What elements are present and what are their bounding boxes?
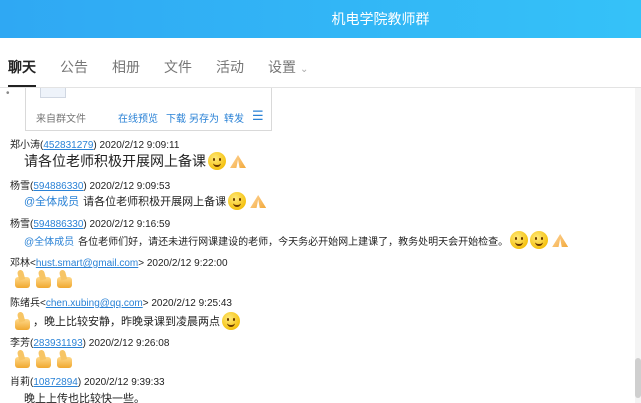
sender-id-link[interactable]: 10872894 [33,377,78,388]
message-header: 陈绪兵<chen.xubing@qq.com> 2020/2/12 9:25:4… [10,298,232,309]
thumbs-up-icon [12,269,32,289]
pray-icon [228,152,248,170]
sender-name: 郑小涛 [10,140,40,151]
message-text: 晚上上传也比较快一些。 [24,393,145,403]
tab-chat[interactable]: 聊天 [8,57,36,87]
file-source-label: 来自群文件 [36,114,86,125]
message-body [12,269,75,289]
sender-name: 肖莉 [10,377,30,388]
thumbs-up-icon [12,311,32,331]
message-time: 2020/2/12 9:16:59 [89,219,171,230]
smiley-icon [208,152,226,170]
window-title: 机电学院教师群 [331,11,430,27]
sender-name: 邓林 [10,258,30,269]
pray-icon [248,192,268,210]
chat-area[interactable]: • 来自群文件 在线预览 下载 另存为 转发 ☰ 郑小涛(452831279) … [0,88,641,403]
sender-name: 杨雪 [10,219,30,230]
sender-id-link[interactable]: 594886330 [33,181,83,192]
message-text: 各位老师们好，请还未进行网课建设的老师，今天务必开始网上建课了，教务处明天会开始… [78,236,509,248]
message-body: 请各位老师积极开展网上备课 [24,151,248,171]
sender-name: 陈绪兵 [10,298,40,309]
thumbs-up-icon [54,349,74,369]
tab-settings[interactable]: 设置 ⌄ [268,57,308,87]
message-body: ，晚上比较安静，昨晚录课到凌晨两点 [12,311,240,331]
thumbs-up-icon [33,349,53,369]
message-header: 邓林<hust.smart@gmail.com> 2020/2/12 9:22:… [10,258,228,269]
title-bar: 机电学院教师群 [0,0,641,38]
tab-files[interactable]: 文件 [164,57,192,87]
thumbs-up-icon [54,269,74,289]
message-body: @全体成员 请各位老师积极开展网上备课 [24,192,268,210]
tab-album[interactable]: 相册 [112,57,140,87]
tab-bar: 聊天 公告 相册 文件 活动 设置 ⌄ [0,38,641,88]
message-text: ，晚上比较安静，昨晚录课到凌晨两点 [33,316,220,328]
message-time: 2020/2/12 9:09:53 [89,181,171,192]
message-time: 2020/2/12 9:39:33 [83,377,165,388]
message-header: 李芳(283931193) 2020/2/12 9:26:08 [10,338,170,349]
message-text: 请各位老师积极开展网上备课 [24,153,206,169]
tab-activities[interactable]: 活动 [216,57,244,87]
thumbs-up-icon [33,269,53,289]
message-header: 肖莉(10872894) 2020/2/12 9:39:33 [10,377,165,388]
bullet-dot: • [6,88,10,99]
file-thumbnail [40,88,66,98]
menu-icon[interactable]: ☰ [252,108,264,124]
message-time: 2020/2/12 9:26:08 [88,338,170,349]
thumbs-up-icon [12,349,32,369]
smiley-icon [530,231,549,249]
sender-email-link[interactable]: hust.smart@gmail.com [36,258,138,269]
sender-id-link[interactable]: 594886330 [33,219,83,230]
smiley-icon [510,231,529,249]
message-time: 2020/2/12 9:25:43 [151,298,232,309]
message-body: 晚上上传也比较快一些。 [24,390,145,403]
file-card: 来自群文件 在线预览 下载 另存为 转发 ☰ [25,88,272,131]
forward-link[interactable]: 转发 [224,110,244,125]
message-text: 请各位老师积极开展网上备课 [83,196,227,208]
message-time: 2020/2/12 9:22:00 [146,258,228,269]
scrollbar-thumb[interactable] [635,358,641,398]
sender-id-link[interactable]: 452831279 [43,140,93,151]
mention-all[interactable]: @全体成员 [24,193,79,209]
message-time: 2020/2/12 9:09:11 [99,140,180,151]
save-as-link[interactable]: 另存为 [189,110,219,125]
message-header: 杨雪(594886330) 2020/2/12 9:16:59 [10,219,171,230]
sender-name: 李芳 [10,338,30,349]
smiley-icon [222,312,240,330]
message-body [12,349,75,369]
message-body: @全体成员 各位老师们好，请还未进行网课建设的老师，今天务必开始网上建课了，教务… [24,231,570,249]
sender-email-link[interactable]: chen.xubing@qq.com [46,298,143,309]
sender-name: 杨雪 [10,181,30,192]
tab-announcements[interactable]: 公告 [60,57,88,87]
mention-all[interactable]: @全体成员 [24,233,74,248]
download-link[interactable]: 下载 [166,110,186,125]
pray-icon [550,231,570,249]
message-header: 杨雪(594886330) 2020/2/12 9:09:53 [10,181,171,192]
chat-scrollbar[interactable] [635,88,641,403]
preview-online-link[interactable]: 在线预览 [118,110,158,125]
chevron-down-icon: ⌄ [300,64,309,75]
smiley-icon [228,192,247,210]
sender-id-link[interactable]: 283931193 [33,338,82,349]
message-header: 郑小涛(452831279) 2020/2/12 9:09:11 [10,140,180,151]
